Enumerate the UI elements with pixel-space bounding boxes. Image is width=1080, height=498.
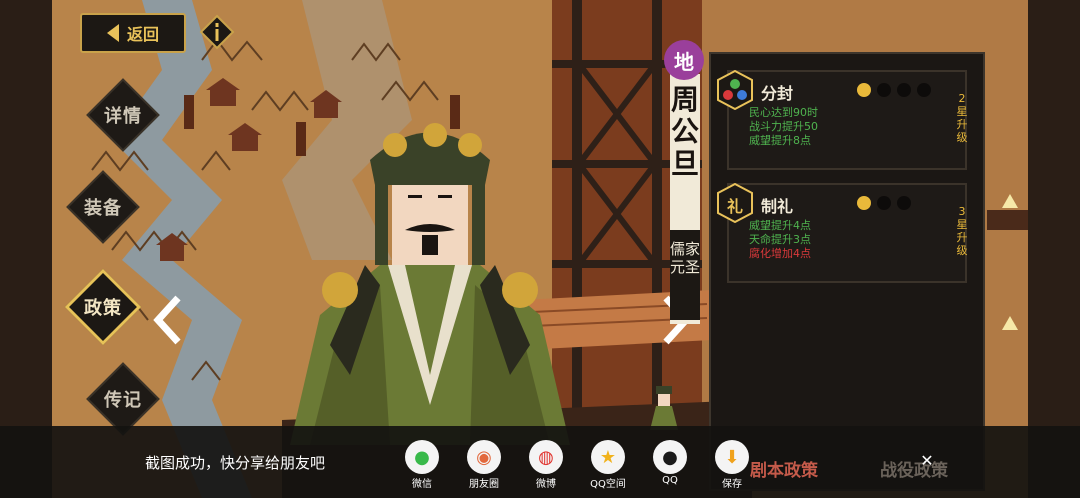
qq-icon: ● (653, 440, 687, 474)
info-icon[interactable] (199, 14, 235, 50)
share-label: QQ (662, 475, 678, 486)
tier-seal: 地 (664, 40, 704, 80)
level-dot-empty (877, 196, 891, 210)
save-icon: ⬇ (715, 440, 749, 474)
policy-card-fenfeng[interactable]: 分封 民心达到90时 战斗力提升50 威望提升8点 (717, 70, 967, 170)
share-label: 微信 (412, 479, 432, 490)
character-title: 儒家元圣 (670, 240, 701, 276)
previous-character-chevron-icon[interactable] (148, 290, 188, 350)
policy-effect: 威望提升4点 (749, 219, 811, 232)
policy-name: 分封 (761, 84, 794, 103)
side-tab-details[interactable]: 详情 (86, 78, 160, 152)
level-dot-empty (877, 83, 891, 97)
level-dot-filled (857, 83, 871, 97)
side-tab-label: 政策 (84, 298, 122, 319)
side-tab-label: 装备 (84, 198, 122, 219)
policy-effect: 民心达到90时 (749, 106, 818, 119)
li-ritual-icon-char: 礼 (726, 197, 743, 216)
back-button[interactable]: 返回 (80, 13, 186, 53)
share-label: 朋友圈 (469, 479, 499, 490)
mini-character-avatar (650, 386, 678, 430)
policy-upgrade-hint: 3星升级 (956, 205, 968, 257)
zhou-gong-portrait (290, 123, 570, 445)
share-qq-button[interactable]: ● QQ (650, 440, 690, 490)
three-orbs-icon (717, 70, 753, 110)
weibo-icon: ◍ (529, 440, 563, 474)
share-label: 微博 (536, 479, 556, 490)
side-tab-policy[interactable]: 政策 (64, 268, 142, 346)
share-label: QQ空间 (590, 479, 626, 490)
share-wechat-button[interactable]: ● 微信 (402, 440, 442, 490)
policy-level-dots (857, 196, 911, 210)
right-frame-border (1028, 0, 1080, 498)
close-icon[interactable]: ✕ (918, 451, 936, 471)
side-tab-biography[interactable]: 传记 (86, 362, 160, 436)
share-glyph: ★ (599, 446, 617, 468)
qzone-icon: ★ (591, 440, 625, 474)
side-tab-equipment[interactable]: 装备 (66, 170, 140, 244)
policy-effect: 威望提升8点 (749, 134, 811, 147)
share-prompt: 截图成功，快分享给朋友吧 (145, 454, 326, 472)
policy-name: 制礼 (761, 197, 794, 216)
character-name: 周公旦 (670, 83, 699, 180)
share-label: 保存 (722, 479, 742, 490)
policy-effect: 天命提升3点 (749, 233, 811, 246)
share-save-button[interactable]: ⬇ 保存 (712, 440, 752, 490)
share-qzone-button[interactable]: ★ QQ空间 (588, 440, 628, 490)
level-dot-empty (897, 83, 911, 97)
side-tab-label: 传记 (104, 390, 142, 411)
share-glyph: ● (662, 446, 678, 468)
back-arrow-icon (106, 24, 119, 42)
back-button-label: 返回 (126, 25, 159, 44)
share-glyph: ● (414, 446, 430, 468)
policy-upgrade-hint: 2星升级 (956, 92, 968, 144)
policy-level-dots (857, 83, 931, 97)
share-moments-button[interactable]: ◉ 朋友圈 (464, 440, 504, 490)
left-frame-border (0, 0, 52, 498)
share-glyph: ◉ (476, 446, 492, 468)
wechat-icon: ● (405, 440, 439, 474)
share-glyph: ⬇ (724, 446, 740, 468)
policy-effect: 腐化增加4点 (749, 247, 811, 260)
share-weibo-button[interactable]: ◍ 微博 (526, 440, 566, 490)
side-tab-label: 详情 (104, 106, 142, 127)
level-dot-empty (897, 196, 911, 210)
level-dot-empty (917, 83, 931, 97)
character-name-banner: 地 周公旦 儒家元圣 (664, 40, 704, 324)
policy-effect: 战斗力提升50 (749, 120, 818, 133)
level-dot-filled (857, 196, 871, 210)
tab-campaign-policy[interactable]: 战役政策 (852, 448, 976, 488)
policy-card-zhili[interactable]: 礼 制礼 威望提升4点 天命提升3点 腐化增加4点 (717, 183, 967, 283)
share-glyph: ◍ (538, 446, 554, 468)
moments-icon: ◉ (467, 440, 501, 474)
